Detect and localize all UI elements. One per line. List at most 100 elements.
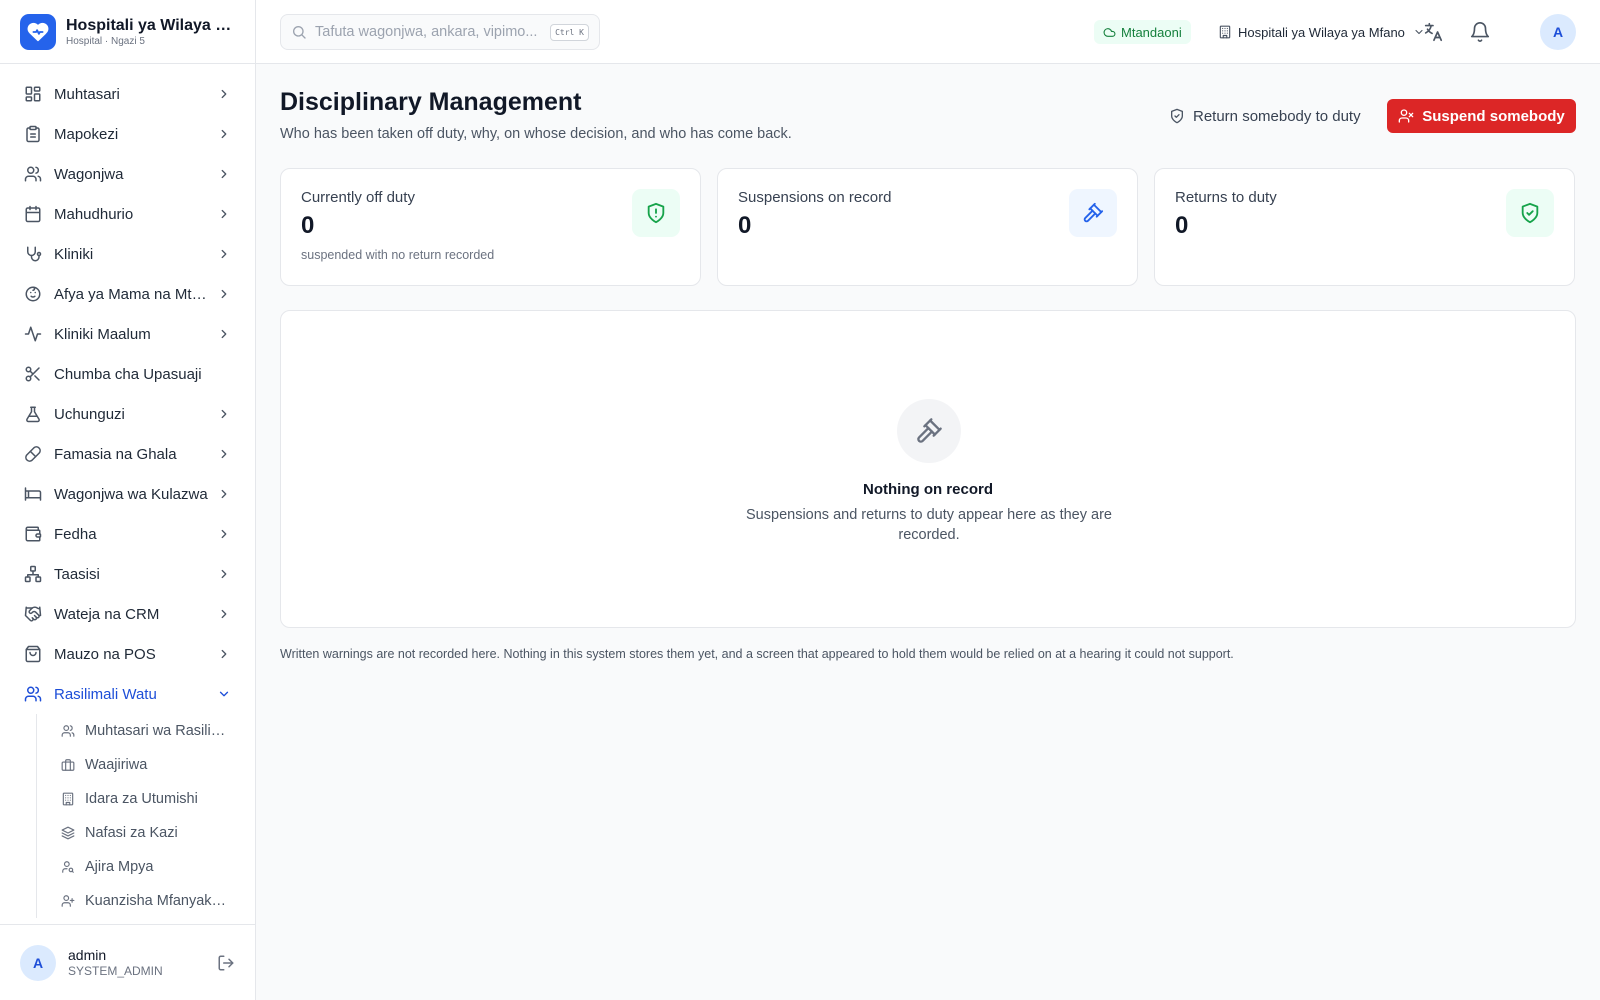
sidebar-item-label: Taasisi xyxy=(54,565,100,583)
chevron-right-icon xyxy=(221,569,227,579)
chevron-right-icon xyxy=(221,329,227,339)
stat-value: 0 xyxy=(738,212,752,239)
stat-card-returns: Returns to duty 0 xyxy=(1154,168,1575,286)
sidebar-item-label: Wagonjwa xyxy=(54,165,124,183)
sidebar-subitem-label: Kuanzisha Mfanyakazi xyxy=(85,893,227,909)
gavel-icon xyxy=(897,399,961,463)
activity-icon xyxy=(24,326,42,342)
sidebar-subitem-label: Ajira Mpya xyxy=(85,859,154,875)
user-avatar-button[interactable]: A xyxy=(1540,14,1576,50)
stat-label: Suspensions on record xyxy=(738,189,892,206)
sidebar-subitem-label: Nafasi za Kazi xyxy=(85,825,178,841)
suspend-button[interactable]: Suspend somebody xyxy=(1387,99,1576,133)
sidebar-item-wateja-na-crm[interactable]: Wateja na CRM xyxy=(0,594,255,634)
dashboard-icon xyxy=(25,86,41,102)
brand-name: Hospitali ya Wilaya ya Mfano xyxy=(66,16,235,34)
stethoscope-icon xyxy=(27,246,42,262)
facility-name: Hospitali ya Wilaya ya Mfano xyxy=(1238,24,1405,40)
return-to-duty-button[interactable]: Return somebody to duty xyxy=(1163,99,1367,133)
baby-icon xyxy=(25,286,41,302)
sidebar-item-label: Afya ya Mama na Mtoto xyxy=(54,285,211,303)
search-box[interactable]: Ctrl K xyxy=(280,14,600,50)
sidebar-item-label: Wateja na CRM xyxy=(54,605,160,623)
sidebar-item-label: Kliniki xyxy=(54,245,94,263)
sidebar-item-label: Mahudhurio xyxy=(54,205,134,223)
topbar: Ctrl K Mtandaoni Hospitali ya Wilaya ya … xyxy=(256,0,1600,64)
sidebar-item-kliniki[interactable]: Kliniki xyxy=(0,234,255,274)
sidebar-item-wagonjwa-wa-kulazwa[interactable]: Wagonjwa wa Kulazwa xyxy=(0,474,255,514)
sidebar-subitem-kuanzisha-mfanyakazi[interactable]: Kuanzisha Mfanyakazi xyxy=(61,884,255,918)
sidebar-item-chumba-cha-upasuaji[interactable]: Chumba cha Upasuaji xyxy=(0,354,255,394)
sidebar-item-fedha[interactable]: Fedha xyxy=(0,514,255,554)
sidebar-item-label: Wagonjwa wa Kulazwa xyxy=(54,485,208,503)
sidebar-item-label: Mapokezi xyxy=(54,125,119,143)
user-search-icon xyxy=(62,861,74,873)
sidebar-item-muhtasari[interactable]: Muhtasari xyxy=(0,74,255,114)
sidebar-subitem-ajira-mpya[interactable]: Ajira Mpya xyxy=(61,850,255,884)
chevron-right-icon xyxy=(221,529,227,539)
chevron-right-icon xyxy=(221,89,227,99)
status-text: Mtandaoni xyxy=(1121,24,1182,40)
chevron-right-icon xyxy=(221,489,227,499)
stat-note: suspended with no return recorded xyxy=(301,248,495,262)
chevron-right-icon xyxy=(221,449,227,459)
shield-alert-icon xyxy=(632,189,680,237)
user-name: admin xyxy=(68,947,107,963)
sidebar-item-rasilimali-watu[interactable]: Rasilimali Watu xyxy=(0,674,255,714)
stat-value: 0 xyxy=(301,212,315,239)
building-icon xyxy=(1219,25,1231,39)
records-panel: Nothing on record Suspensions and return… xyxy=(280,310,1576,628)
search-icon xyxy=(293,26,306,39)
suspend-label: Suspend somebody xyxy=(1422,107,1565,125)
sidebar-item-label: Rasilimali Watu xyxy=(54,685,157,703)
sidebar-subitem-idara-za-utumishi[interactable]: Idara za Utumishi xyxy=(61,782,255,816)
chevron-right-icon xyxy=(221,209,227,219)
briefcase-icon xyxy=(61,759,75,771)
chevron-right-icon xyxy=(221,169,227,179)
sidebar-subitem-label: Idara za Utumishi xyxy=(85,791,198,807)
sidebar-nav: Muhtasari Mapokezi Wagonjwa Mahudhurio Klini… xyxy=(0,64,255,918)
chevron-right-icon xyxy=(221,649,227,659)
shortcut-hint: Ctrl K xyxy=(550,23,589,41)
sidebar-item-kliniki-maalum[interactable]: Kliniki Maalum xyxy=(0,314,255,354)
layers-icon xyxy=(61,826,75,840)
shield-check-icon xyxy=(1506,189,1554,237)
chevron-right-icon xyxy=(221,409,227,419)
user-avatar[interactable]: A xyxy=(20,944,56,981)
bell-icon[interactable] xyxy=(1469,21,1491,43)
sidebar-subitem-muhtasari-wa-rasilimali-watu[interactable]: Muhtasari wa Rasilimali Watu xyxy=(61,714,255,748)
bed-icon xyxy=(24,487,42,501)
sidebar-item-uchunguzi[interactable]: Uchunguzi xyxy=(0,394,255,434)
sidebar-subitem-label: Muhtasari wa Rasilimali Watu xyxy=(85,723,227,739)
user-role: SYSTEM_ADMIN xyxy=(68,964,163,978)
sidebar-item-mapokezi[interactable]: Mapokezi xyxy=(0,114,255,154)
shield-check-icon xyxy=(1171,108,1183,124)
wallet-icon xyxy=(25,526,42,542)
sidebar-item-mahudhurio[interactable]: Mahudhurio xyxy=(0,194,255,234)
sidebar-item-afya-ya-mama-na-mtoto[interactable]: Afya ya Mama na Mtoto xyxy=(0,274,255,314)
status-badge: Mtandaoni xyxy=(1094,20,1191,44)
empty-state-title: Nothing on record xyxy=(863,481,993,498)
sidebar-item-wagonjwa[interactable]: Wagonjwa xyxy=(0,154,255,194)
users-icon xyxy=(24,686,42,702)
chevron-right-icon xyxy=(221,129,227,139)
brand-subtitle: Hospital · Ngazi 5 xyxy=(66,35,145,47)
cloud-icon xyxy=(1103,27,1116,37)
facility-selector[interactable]: Hospitali ya Wilaya ya Mfano xyxy=(1218,20,1425,44)
sidebar: Hospitali ya Wilaya ya Mfano Hospital · … xyxy=(0,0,256,1000)
search-input[interactable] xyxy=(315,24,551,40)
sidebar-subnav: Muhtasari wa Rasilimali Watu Waajiriwa Ida… xyxy=(36,714,255,918)
sidebar-item-famasia-na-ghala[interactable]: Famasia na Ghala xyxy=(0,434,255,474)
pill-icon xyxy=(25,446,41,462)
stat-value: 0 xyxy=(1175,212,1189,239)
sidebar-subitem-nafasi-za-kazi[interactable]: Nafasi za Kazi xyxy=(61,816,255,850)
network-icon xyxy=(24,565,42,583)
logout-icon[interactable] xyxy=(217,954,235,972)
translate-icon[interactable] xyxy=(1422,21,1444,43)
sidebar-item-taasisi[interactable]: Taasisi xyxy=(0,554,255,594)
sidebar-item-mauzo-na-pos[interactable]: Mauzo na POS xyxy=(0,634,255,674)
sidebar-subitem-waajiriwa[interactable]: Waajiriwa xyxy=(61,748,255,782)
user-profile: A admin SYSTEM_ADMIN xyxy=(0,924,255,1000)
brand[interactable]: Hospitali ya Wilaya ya Mfano Hospital · … xyxy=(0,0,255,64)
sidebar-item-label: Uchunguzi xyxy=(54,405,125,423)
